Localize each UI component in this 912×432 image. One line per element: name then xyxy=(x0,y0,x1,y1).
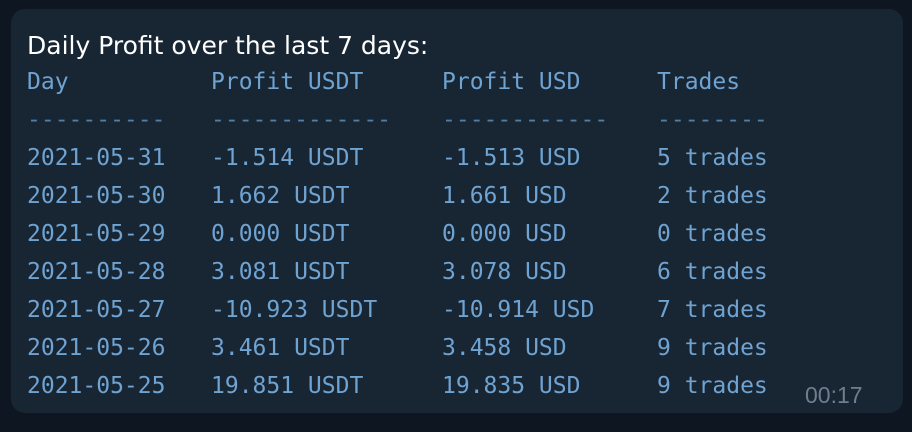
header-day: Day xyxy=(27,69,69,95)
cell-profit-usd: 3.458 USD xyxy=(442,335,567,361)
cell-trades: 9 trades xyxy=(657,373,768,399)
cell-profit-usd: 19.835 USD xyxy=(442,373,581,399)
cell-profit-usd: 3.078 USD xyxy=(442,259,567,285)
cell-profit-usd: -1.513 USD xyxy=(442,145,581,171)
divider-trades: -------- xyxy=(657,107,768,133)
cell-profit-usdt: 1.662 USDT xyxy=(211,183,350,209)
cell-profit-usdt: 3.081 USDT xyxy=(211,259,350,285)
cell-trades: 9 trades xyxy=(657,335,768,361)
divider-day: ---------- xyxy=(27,107,166,133)
cell-profit-usdt: 19.851 USDT xyxy=(211,373,364,399)
cell-day: 2021-05-31 xyxy=(27,145,166,171)
cell-profit-usdt: -10.923 USDT xyxy=(211,297,378,323)
cell-profit-usd: 1.661 USD xyxy=(442,183,567,209)
cell-day: 2021-05-29 xyxy=(27,221,166,247)
cell-day: 2021-05-27 xyxy=(27,297,166,323)
header-trades: Trades xyxy=(657,69,741,95)
cell-trades: 6 trades xyxy=(657,259,768,285)
cell-day: 2021-05-28 xyxy=(27,259,166,285)
cell-trades: 2 trades xyxy=(657,183,768,209)
header-profit-usd: Profit USD xyxy=(442,69,581,95)
message-timestamp: 00:17 xyxy=(805,382,863,408)
cell-profit-usd: 0.000 USD xyxy=(442,221,567,247)
cell-trades: 0 trades xyxy=(657,221,768,247)
divider-profit-usdt: ------------- xyxy=(211,107,392,133)
message-title: Daily Profit over the last 7 days: xyxy=(27,31,429,60)
cell-trades: 5 trades xyxy=(657,145,768,171)
cell-trades: 7 trades xyxy=(657,297,768,323)
cell-day: 2021-05-30 xyxy=(27,183,166,209)
cell-profit-usd: -10.914 USD xyxy=(442,297,595,323)
cell-profit-usdt: -1.514 USDT xyxy=(211,145,364,171)
cell-day: 2021-05-25 xyxy=(27,373,166,399)
cell-profit-usdt: 3.461 USDT xyxy=(211,335,350,361)
header-profit-usdt: Profit USDT xyxy=(211,69,364,95)
cell-day: 2021-05-26 xyxy=(27,335,166,361)
cell-profit-usdt: 0.000 USDT xyxy=(211,221,350,247)
divider-profit-usd: ------------ xyxy=(442,107,609,133)
